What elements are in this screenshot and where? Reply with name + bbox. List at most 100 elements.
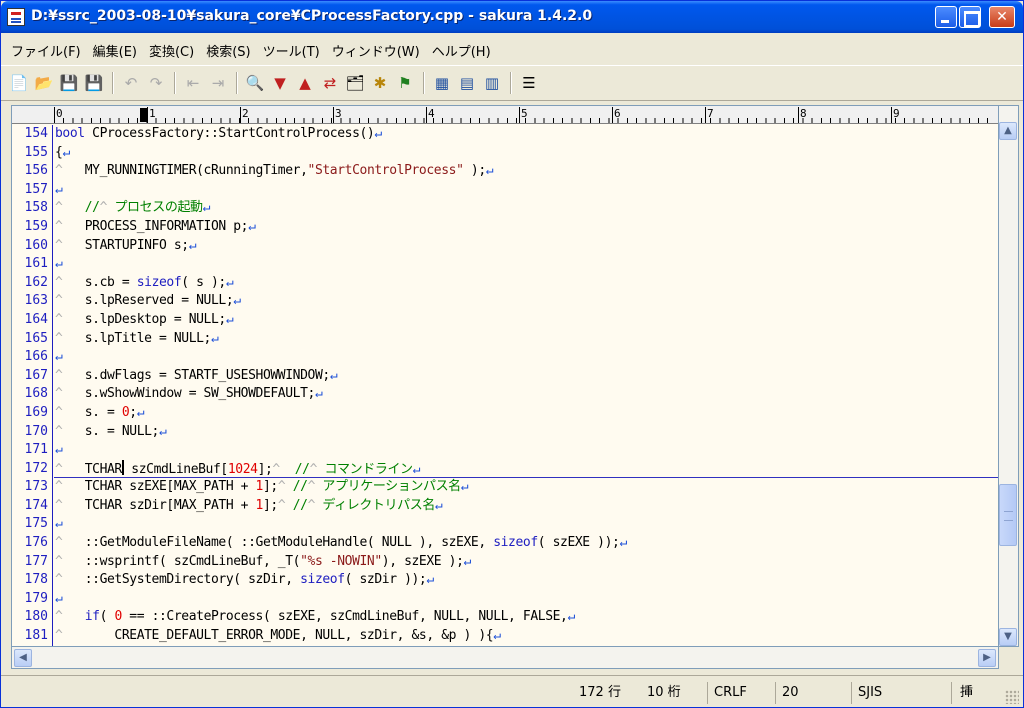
code-line[interactable]: 165 ^ s.lpTitle = NULL;↵ bbox=[12, 329, 998, 349]
code-text[interactable]: ^ MY_RUNNINGTIMER(cRunningTimer,"StartCo… bbox=[55, 162, 494, 181]
code-line[interactable]: 181 ^ CREATE_DEFAULT_ERROR_MODE, NULL, sz… bbox=[12, 627, 998, 646]
line-number[interactable]: 169 bbox=[12, 404, 48, 423]
replace-icon[interactable]: ⇄ bbox=[318, 71, 342, 95]
code-text[interactable]: ^ //^ プロセスの起動↵ bbox=[55, 199, 211, 218]
line-number[interactable]: 164 bbox=[12, 311, 48, 330]
code-text[interactable]: ^ s.lpDesktop = NULL;↵ bbox=[55, 311, 234, 330]
line-number[interactable]: 170 bbox=[12, 423, 48, 442]
line-number[interactable]: 179 bbox=[12, 590, 48, 609]
code-line[interactable]: 167 ^ s.dwFlags = STARTF_USESHOWWINDOW;↵ bbox=[12, 366, 998, 386]
vertical-scrollbar[interactable]: ▲ ▼ bbox=[999, 105, 1019, 647]
code-line[interactable]: 175 ↵ bbox=[12, 515, 998, 535]
code-text[interactable]: ↵ bbox=[55, 181, 63, 200]
line-number[interactable]: 176 bbox=[12, 534, 48, 553]
code-line[interactable]: 163 ^ s.lpReserved = NULL;↵ bbox=[12, 292, 998, 311]
menu-file[interactable]: ファイル(F) bbox=[7, 39, 89, 62]
line-number[interactable]: 158 bbox=[12, 199, 48, 218]
save-icon[interactable]: 💾 bbox=[57, 71, 81, 95]
line-number[interactable]: 178 bbox=[12, 571, 48, 590]
code-text[interactable]: ↵ bbox=[55, 590, 63, 609]
jump-back-icon[interactable]: ⇤ bbox=[181, 71, 205, 95]
code-line[interactable]: 174 ^ TCHAR szDir[MAX_PATH + 1];^ //^ ディレ… bbox=[12, 496, 998, 516]
close-button[interactable] bbox=[989, 6, 1015, 28]
code-text[interactable]: bool CProcessFactory::StartControlProces… bbox=[55, 125, 382, 144]
code-text[interactable]: ^ s.lpTitle = NULL;↵ bbox=[55, 330, 219, 349]
redo-icon[interactable]: ↷ bbox=[144, 71, 168, 95]
code-line[interactable]: 172 ^ TCHAR szCmdLineBuf[1024];^ //^ コマンド… bbox=[12, 459, 998, 480]
line-number[interactable]: 173 bbox=[12, 478, 48, 497]
settings-icon[interactable]: ☰ bbox=[517, 71, 541, 95]
menu-edit[interactable]: 編集(E) bbox=[89, 39, 145, 62]
code-text[interactable]: ↵ bbox=[55, 515, 63, 534]
code-text[interactable]: ↵ bbox=[55, 255, 63, 274]
line-number[interactable]: 175 bbox=[12, 515, 48, 534]
jump-forward-icon[interactable]: ⇥ bbox=[206, 71, 230, 95]
code-line[interactable]: 156 ^ MY_RUNNINGTIMER(cRunningTimer,"Star… bbox=[12, 162, 998, 181]
code-line[interactable]: 170 ^ s. = NULL;↵ bbox=[12, 422, 998, 442]
maximize-button[interactable] bbox=[959, 6, 981, 28]
title-bar[interactable]: D:¥ssrc_2003-08-10¥sakura_core¥CProcessF… bbox=[1, 1, 1023, 33]
line-number[interactable]: 166 bbox=[12, 348, 48, 367]
text-editor[interactable]: 0 1 2 3 4 5 6 7 8 9 154 bool CProcessFact… bbox=[11, 105, 999, 647]
code-line[interactable]: 159 ^ PROCESS_INFORMATION p;↵ bbox=[12, 217, 998, 237]
line-number[interactable]: 160 bbox=[12, 237, 48, 256]
line-number[interactable]: 161 bbox=[12, 255, 48, 274]
code-line[interactable]: 171 ↵ bbox=[12, 441, 998, 460]
undo-icon[interactable]: ↶ bbox=[119, 71, 143, 95]
horizontal-scrollbar[interactable]: ◀ ▶ bbox=[11, 647, 999, 669]
code-text[interactable]: ^ PROCESS_INFORMATION p;↵ bbox=[55, 218, 256, 237]
line-number[interactable]: 156 bbox=[12, 162, 48, 181]
code-line[interactable]: 158 ^ //^ プロセスの起動↵ bbox=[12, 199, 998, 218]
code-text[interactable]: ^ TCHAR szEXE[MAX_PATH + 1];^ //^ アプリケーシ… bbox=[55, 478, 469, 497]
code-line[interactable]: 176 ^ ::GetModuleFileName( ::GetModuleHan… bbox=[12, 534, 998, 553]
bookmark-icon[interactable]: ✱ bbox=[368, 71, 392, 95]
code-text[interactable]: ^ TCHAR szCmdLineBuf[1024];^ //^ コマンドライン… bbox=[55, 459, 421, 480]
code-lines[interactable]: 154 bool CProcessFactory::StartControlPro… bbox=[12, 125, 998, 646]
save-all-icon[interactable]: 💾 bbox=[82, 71, 106, 95]
code-line[interactable]: 168 ^ s.wShowWindow = SW_SHOWDEFAULT;↵ bbox=[12, 385, 998, 404]
code-line[interactable]: 160 ^ STARTUPINFO s;↵ bbox=[12, 236, 998, 256]
outline-icon[interactable]: ▦ bbox=[430, 71, 454, 95]
code-text[interactable]: ^ if( 0 == ::CreateProcess( szEXE, szCmd… bbox=[55, 608, 575, 627]
grep-icon[interactable]: 🗂 bbox=[343, 71, 367, 95]
line-number[interactable]: 172 bbox=[12, 460, 48, 479]
new-file-icon[interactable]: 📄 bbox=[7, 71, 31, 95]
line-number[interactable]: 155 bbox=[12, 144, 48, 163]
code-line[interactable]: 161 ↵ bbox=[12, 255, 998, 274]
line-number[interactable]: 177 bbox=[12, 553, 48, 572]
search-next-icon[interactable]: ▼ bbox=[268, 71, 292, 95]
scroll-right-icon[interactable]: ▶ bbox=[978, 649, 996, 667]
code-line[interactable]: 154 bool CProcessFactory::StartControlPro… bbox=[12, 125, 998, 144]
menu-window[interactable]: ウィンドウ(W) bbox=[328, 39, 428, 62]
line-number[interactable]: 154 bbox=[12, 125, 48, 144]
code-text[interactable]: ↵ bbox=[55, 348, 63, 367]
line-number[interactable]: 174 bbox=[12, 497, 48, 516]
code-text[interactable]: ^ s.lpReserved = NULL;↵ bbox=[55, 292, 241, 311]
resize-grip-icon[interactable] bbox=[1005, 690, 1019, 704]
line-number[interactable]: 159 bbox=[12, 218, 48, 237]
open-folder-icon[interactable]: 📂 bbox=[32, 71, 56, 95]
code-text[interactable]: ^ s.dwFlags = STARTF_USESHOWWINDOW;↵ bbox=[55, 367, 338, 386]
filter-icon[interactable]: ▥ bbox=[480, 71, 504, 95]
code-text[interactable]: ^ ::GetSystemDirectory( szDir, sizeof( s… bbox=[55, 571, 434, 590]
code-line[interactable]: 179 ↵ bbox=[12, 589, 998, 609]
code-text[interactable]: ^ s.cb = sizeof( s );↵ bbox=[55, 274, 234, 293]
code-text[interactable]: ^ CREATE_DEFAULT_ERROR_MODE, NULL, szDir… bbox=[55, 627, 501, 646]
code-text[interactable]: ^ STARTUPINFO s;↵ bbox=[55, 237, 197, 256]
line-number[interactable]: 168 bbox=[12, 385, 48, 404]
code-line[interactable]: 173 ^ TCHAR szEXE[MAX_PATH + 1];^ //^ アプリ… bbox=[12, 478, 998, 497]
compare-icon[interactable]: ▤ bbox=[455, 71, 479, 95]
code-line[interactable]: 169 ^ s. = 0;↵ bbox=[12, 403, 998, 423]
line-number[interactable]: 171 bbox=[12, 441, 48, 460]
line-number[interactable]: 167 bbox=[12, 367, 48, 386]
code-line[interactable]: 177 ^ ::wsprintf( szCmdLineBuf, _T("%s -N… bbox=[12, 552, 998, 572]
app-icon[interactable] bbox=[7, 8, 25, 26]
scroll-left-icon[interactable]: ◀ bbox=[14, 649, 32, 667]
menu-convert[interactable]: 変換(C) bbox=[145, 39, 202, 62]
scroll-up-icon[interactable]: ▲ bbox=[999, 122, 1017, 140]
tag-jump-icon[interactable]: ⚑ bbox=[393, 71, 417, 95]
line-number[interactable]: 157 bbox=[12, 181, 48, 200]
search-prev-icon[interactable]: ▲ bbox=[293, 71, 317, 95]
code-text[interactable]: ^ ::GetModuleFileName( ::GetModuleHandle… bbox=[55, 534, 627, 553]
code-line[interactable]: 162 ^ s.cb = sizeof( s );↵ bbox=[12, 273, 998, 293]
